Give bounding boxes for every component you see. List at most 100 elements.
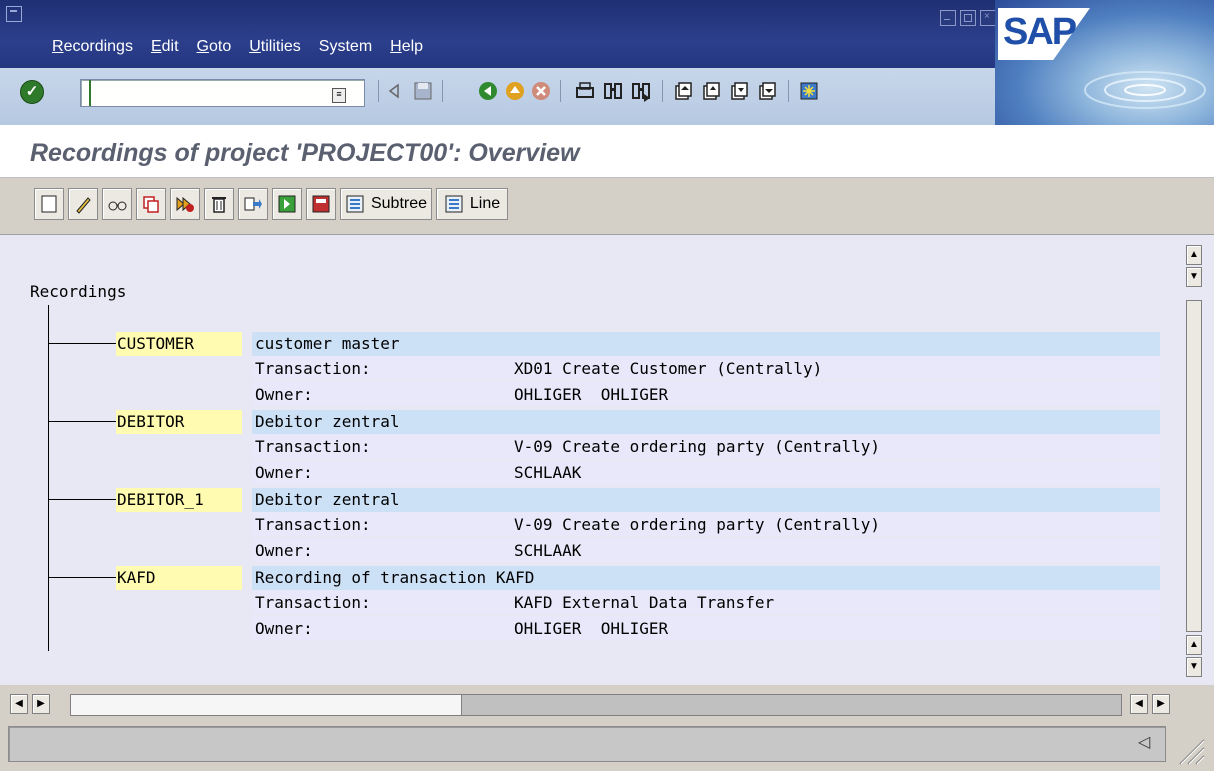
scroll-left-icon[interactable]: ◀ <box>10 694 28 714</box>
new-document-icon <box>41 195 57 213</box>
window-controls: × <box>940 10 996 26</box>
recording-name[interactable]: DEBITOR <box>117 412 184 431</box>
recording-description: customer master <box>255 334 400 353</box>
history-icon[interactable]: ≡ <box>332 88 346 103</box>
menu-help[interactable]: Help <box>390 38 423 56</box>
enter-icon[interactable]: ✓ <box>20 80 44 104</box>
collapse-button[interactable] <box>306 188 336 220</box>
expand-subtree-button[interactable]: Subtree <box>340 188 432 220</box>
recording-description: Debitor zentral <box>255 490 400 509</box>
copy-icon <box>143 196 159 213</box>
owner-value: SCHLAAK <box>514 463 582 482</box>
line-label: Line <box>469 195 501 212</box>
find-next-icon[interactable] <box>630 80 652 102</box>
tree-branch-line <box>48 499 116 500</box>
scroll-right-icon[interactable]: ▶ <box>1152 694 1170 714</box>
expand-button[interactable] <box>272 188 302 220</box>
cancel-icon[interactable] <box>530 80 552 102</box>
copy-button[interactable] <box>136 188 166 220</box>
recording-name[interactable]: CUSTOMER <box>117 334 194 353</box>
exit-icon[interactable] <box>504 80 526 102</box>
owner-label: Owner: <box>255 541 313 560</box>
transaction-value: V-09 Create ordering party (Centrally) <box>514 437 881 456</box>
recording-name[interactable]: KAFD <box>117 568 156 587</box>
standard-toolbar: ✓ ≡ <box>0 68 995 125</box>
recording-name[interactable]: DEBITOR_1 <box>117 490 204 509</box>
horizontal-scroll-thumb[interactable] <box>70 694 462 716</box>
page-title: Recordings of project 'PROJECT00': Overv… <box>30 139 580 167</box>
scroll-left-icon[interactable]: ◀ <box>1130 694 1148 714</box>
expand-icon <box>278 195 296 213</box>
sap-logo-text: SAP <box>1003 11 1077 53</box>
status-expand-icon[interactable]: ◁ <box>1138 732 1150 752</box>
resize-grip-icon[interactable] <box>1170 730 1206 766</box>
owner-label: Owner: <box>255 463 313 482</box>
find-icon[interactable] <box>602 80 624 102</box>
subtree-label: Subtree <box>370 195 428 212</box>
create-button[interactable] <box>34 188 64 220</box>
menu-edit[interactable]: Edit <box>151 38 179 56</box>
recording-description: Debitor zentral <box>255 412 400 431</box>
menu-utilities[interactable]: Utilities <box>249 38 301 56</box>
execute-button[interactable] <box>170 188 200 220</box>
export-button[interactable] <box>238 188 268 220</box>
transaction-label: Transaction: <box>255 515 371 534</box>
menu-bar: Recordings Edit Goto Utilities System He… <box>52 38 441 56</box>
owner-value: SCHLAAK <box>514 541 582 560</box>
expand-line-button[interactable]: Line <box>436 188 508 220</box>
scroll-down-icon[interactable]: ▼ <box>1186 267 1202 287</box>
transaction-value: XD01 Create Customer (Centrally) <box>514 359 823 378</box>
layout-icon[interactable] <box>798 80 820 102</box>
recording-row <box>252 616 1160 640</box>
recordings-tree: Recordings CUSTOMER customer master Tran… <box>0 235 1182 685</box>
tree-root-label: Recordings <box>30 282 127 301</box>
menu-system[interactable]: System <box>319 38 372 56</box>
next-page-icon[interactable] <box>728 80 750 102</box>
display-button[interactable] <box>102 188 132 220</box>
save-icon[interactable] <box>412 80 434 102</box>
recording-description: Recording of transaction KAFD <box>255 568 535 587</box>
owner-label: Owner: <box>255 619 313 638</box>
system-menu-icon[interactable] <box>6 6 22 22</box>
previous-page-icon[interactable] <box>700 80 722 102</box>
execute-icon <box>176 196 194 212</box>
owner-value: OHLIGER OHLIGER <box>514 619 669 638</box>
scroll-down-icon[interactable]: ▼ <box>1186 657 1202 677</box>
close-icon[interactable]: × <box>980 10 996 26</box>
collapse-icon <box>312 195 330 213</box>
back-icon[interactable] <box>477 80 499 102</box>
minimize-icon[interactable] <box>940 10 956 26</box>
pencil-icon <box>76 197 91 214</box>
command-field[interactable]: ≡ <box>80 79 365 107</box>
transaction-value: V-09 Create ordering party (Centrally) <box>514 515 881 534</box>
transaction-value: KAFD External Data Transfer <box>514 593 775 612</box>
separator <box>442 80 443 102</box>
status-message-field <box>8 726 1166 762</box>
menu-recordings[interactable]: Recordings <box>52 38 133 56</box>
glasses-icon <box>108 201 127 211</box>
tree-vertical-line <box>48 305 49 651</box>
back-arrow-icon[interactable] <box>384 80 406 102</box>
delete-button[interactable] <box>204 188 234 220</box>
scroll-up-icon[interactable]: ▲ <box>1186 635 1202 655</box>
recording-row <box>252 460 1160 484</box>
command-input[interactable] <box>89 80 339 106</box>
separator <box>378 80 379 102</box>
owner-label: Owner: <box>255 385 313 404</box>
line-icon <box>445 195 463 213</box>
screen-title-bar: Recordings of project 'PROJECT00': Overv… <box>0 125 1214 178</box>
tree-branch-line <box>48 421 116 422</box>
vertical-scroll-thumb[interactable] <box>1186 300 1202 632</box>
transaction-label: Transaction: <box>255 593 371 612</box>
change-button[interactable] <box>68 188 98 220</box>
trash-icon <box>212 197 226 213</box>
first-page-icon[interactable] <box>672 80 694 102</box>
export-icon <box>244 197 262 211</box>
recording-row <box>252 382 1160 406</box>
menu-goto[interactable]: Goto <box>197 38 232 56</box>
scroll-right-icon[interactable]: ▶ <box>32 694 50 714</box>
maximize-icon[interactable] <box>960 10 976 26</box>
last-page-icon[interactable] <box>756 80 778 102</box>
print-icon[interactable] <box>574 80 596 102</box>
scroll-up-icon[interactable]: ▲ <box>1186 245 1202 265</box>
